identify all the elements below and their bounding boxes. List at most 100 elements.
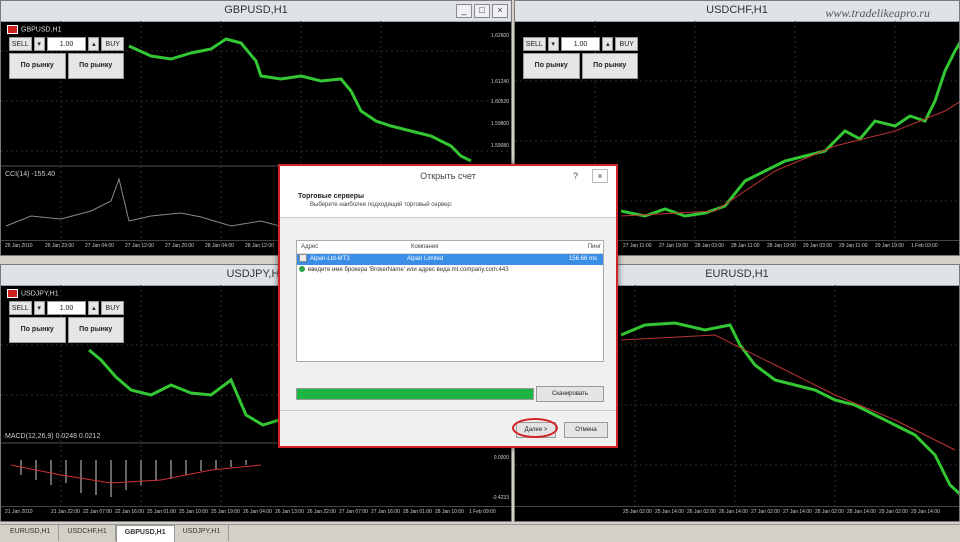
one-click-trading-panel: SELL ▾ 1.00 ▴ BUY По рынку По рынку: [523, 37, 638, 79]
one-click-trading-panel: SELL ▾ 1.00 ▴ BUY По рынку По рынку: [9, 37, 124, 79]
date-label: 28 Jan 04:00: [205, 243, 234, 249]
date-label: 27 Jan 20:00: [165, 243, 194, 249]
date-label: 22 Jan 16:00: [115, 509, 144, 515]
date-label: 26 Jan 14:00: [719, 509, 748, 515]
date-label: 22 Jan 07:00: [83, 509, 112, 515]
highlight-circle: [512, 418, 558, 438]
date-label: 27 Jan 14:00: [783, 509, 812, 515]
sell-button[interactable]: SELL: [523, 37, 546, 51]
one-click-trading-panel: SELL ▾ 1.00 ▴ BUY По рынку По рынку: [9, 301, 124, 343]
date-label: 25 Jan 02:00: [623, 509, 652, 515]
date-label: 1 Feb 03:00: [911, 243, 938, 249]
date-label: 29 Jan 14:00: [911, 509, 940, 515]
date-label: 28 Jan 12:00: [245, 243, 274, 249]
date-label: 26 Jan 02:00: [687, 509, 716, 515]
column-company[interactable]: Компания: [411, 241, 561, 253]
close-icon[interactable]: ×: [592, 169, 608, 183]
date-label: 26 Jan 04:00: [243, 509, 272, 515]
lot-input[interactable]: 1.00: [46, 301, 87, 315]
column-ping[interactable]: Пинг: [561, 241, 601, 253]
date-label: 29 Jan 02:00: [879, 509, 908, 515]
price-label: 1.60520: [490, 99, 509, 105]
scan-button[interactable]: Сканировать: [536, 386, 604, 402]
lot-increase-button[interactable]: ▴: [88, 37, 100, 51]
column-address[interactable]: Адрес: [297, 241, 411, 253]
buy-market-button[interactable]: По рынку: [67, 53, 124, 79]
sell-market-button[interactable]: По рынку: [9, 53, 66, 79]
date-label: 25 Jan 10:00: [179, 509, 208, 515]
date-label: 26 Jan 22:00: [307, 509, 336, 515]
flag-icon: [7, 289, 18, 298]
buy-button[interactable]: BUY: [101, 301, 124, 315]
date-label: 21 Jan 2010: [5, 509, 33, 515]
lot-input[interactable]: 1.00: [560, 37, 601, 51]
date-label: 28 Jan 03:00: [695, 243, 724, 249]
date-label: 25 Jan 19:00: [211, 509, 240, 515]
add-server-hint: введите имя брокера 'BrokerName' или адр…: [308, 267, 509, 273]
tab-usdjpy[interactable]: USDJPY,H1: [175, 525, 230, 541]
scan-progress-bar: [296, 388, 534, 400]
date-label: 21 Jan 22:00: [51, 509, 80, 515]
server-company: Alpari Limited: [407, 256, 444, 262]
date-label: 28 Jan 11:00: [731, 243, 760, 249]
server-address: Alpari-Ltd-MT3: [310, 256, 350, 262]
date-label: 28 Jan 10:00: [435, 509, 464, 515]
buy-market-button[interactable]: По рынку: [67, 317, 124, 343]
date-label: 1 Feb 09:00: [469, 509, 496, 515]
list-item[interactable]: Alpari-Ltd-MT3 Alpari Limited 156.66 ms: [297, 254, 603, 265]
date-axis: 21 Jan 2010 21 Jan 22:00 22 Jan 07:00 22…: [1, 506, 511, 521]
date-label: 27 Jan 04:00: [85, 243, 114, 249]
sell-button[interactable]: SELL: [9, 301, 32, 315]
date-label: 29 Jan 03:00: [803, 243, 832, 249]
maximize-icon[interactable]: □: [474, 4, 490, 18]
date-label: 29 Jan 11:00: [839, 243, 868, 249]
dialog-titlebar: Открыть счет ? ×: [280, 166, 616, 186]
list-item[interactable]: введите имя брокера 'BrokerName' или адр…: [297, 265, 603, 276]
open-account-dialog: Открыть счет ? × Торговые серверы Выбери…: [278, 164, 618, 448]
cancel-button[interactable]: Отмена: [564, 422, 608, 438]
date-label: 27 Jan 02:00: [751, 509, 780, 515]
date-label: 27 Jan 12:00: [125, 243, 154, 249]
lot-increase-button[interactable]: ▴: [88, 301, 100, 315]
flag-icon: [7, 25, 18, 34]
watermark: www.tradelikeapro.ru: [825, 6, 930, 20]
buy-button[interactable]: BUY: [101, 37, 124, 51]
lot-decrease-button[interactable]: ▾: [547, 37, 559, 51]
add-icon: [299, 266, 305, 273]
price-label: -0.4233: [492, 495, 509, 501]
server-list[interactable]: Адрес Компания Пинг Alpari-Ltd-MT3 Alpar…: [296, 240, 604, 362]
tab-eurusd[interactable]: EURUSD,H1: [2, 525, 60, 541]
window-titlebar[interactable]: GBPUSD,H1 _ □ ×: [1, 1, 511, 22]
dialog-subheading: Выберите наиболее подходящий торговый се…: [310, 202, 453, 208]
lot-increase-button[interactable]: ▴: [602, 37, 614, 51]
price-label: 1.59080: [490, 143, 509, 149]
chart-symbol-label: GBPUSD,H1: [7, 25, 61, 34]
sell-market-button[interactable]: По рынку: [9, 317, 66, 343]
date-axis: 25 Jan 02:00 25 Jan 14:00 26 Jan 02:00 2…: [515, 506, 959, 521]
tab-usdchf[interactable]: USDCHF,H1: [59, 525, 116, 541]
lot-decrease-button[interactable]: ▾: [33, 301, 45, 315]
minimize-icon[interactable]: _: [456, 4, 472, 18]
close-icon[interactable]: ×: [492, 4, 508, 18]
sell-button[interactable]: SELL: [9, 37, 32, 51]
chart-symbol-label: USDJPY,H1: [7, 289, 59, 298]
date-label: 28 Jan 14:00: [847, 509, 876, 515]
tab-gbpusd[interactable]: GBPUSD,H1: [115, 525, 175, 542]
date-label: 26 Jan 13:00: [275, 509, 304, 515]
buy-market-button[interactable]: По рынку: [581, 53, 638, 79]
help-icon[interactable]: ?: [573, 166, 578, 186]
date-label: 28 Jan 02:00: [815, 509, 844, 515]
dialog-heading: Торговые серверы: [298, 193, 365, 200]
server-ping: 156.66 ms: [568, 256, 597, 262]
lot-decrease-button[interactable]: ▾: [33, 37, 45, 51]
sell-market-button[interactable]: По рынку: [523, 53, 580, 79]
price-label: 1.61240: [490, 79, 509, 85]
window-title: GBPUSD,H1: [224, 4, 288, 16]
price-label: 1.59800: [490, 121, 509, 127]
date-label: 26 Jan 23:00: [45, 243, 74, 249]
dialog-header: Торговые серверы Выберите наиболее подхо…: [280, 186, 616, 218]
buy-button[interactable]: BUY: [615, 37, 638, 51]
list-header: Адрес Компания Пинг: [297, 241, 603, 254]
date-label: 28 Jan 19:00: [767, 243, 796, 249]
lot-input[interactable]: 1.00: [46, 37, 87, 51]
